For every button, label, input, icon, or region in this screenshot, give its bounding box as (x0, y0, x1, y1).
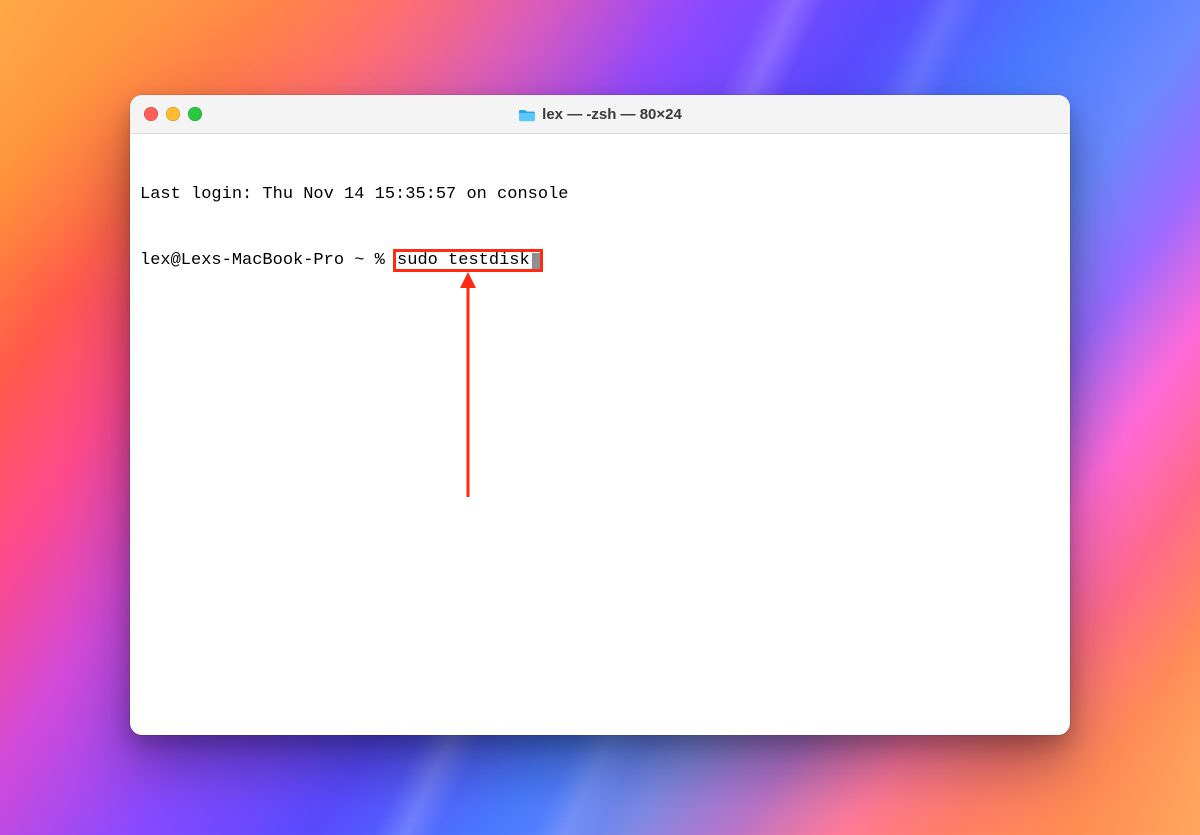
terminal-cursor (532, 253, 541, 272)
typed-command[interactable]: sudo testdisk (395, 251, 532, 270)
zoom-button[interactable] (188, 107, 202, 121)
annotation-arrow (448, 272, 488, 502)
prompt-line: lex@Lexs-MacBook-Pro ~ % sudo testdisk (140, 250, 1060, 272)
terminal-window: lex — -zsh — 80×24 Last login: Thu Nov 1… (130, 95, 1070, 735)
shell-prompt: lex@Lexs-MacBook-Pro ~ % (140, 251, 395, 270)
close-button[interactable] (144, 107, 158, 121)
terminal-content[interactable]: Last login: Thu Nov 14 15:35:57 on conso… (130, 134, 1070, 735)
last-login-line: Last login: Thu Nov 14 15:35:57 on conso… (140, 184, 1060, 206)
minimize-button[interactable] (166, 107, 180, 121)
window-title: lex — -zsh — 80×24 (130, 106, 1070, 123)
window-title-text: lex — -zsh — 80×24 (542, 106, 682, 123)
window-controls (144, 107, 202, 121)
folder-icon (518, 108, 536, 122)
window-titlebar[interactable]: lex — -zsh — 80×24 (130, 95, 1070, 134)
